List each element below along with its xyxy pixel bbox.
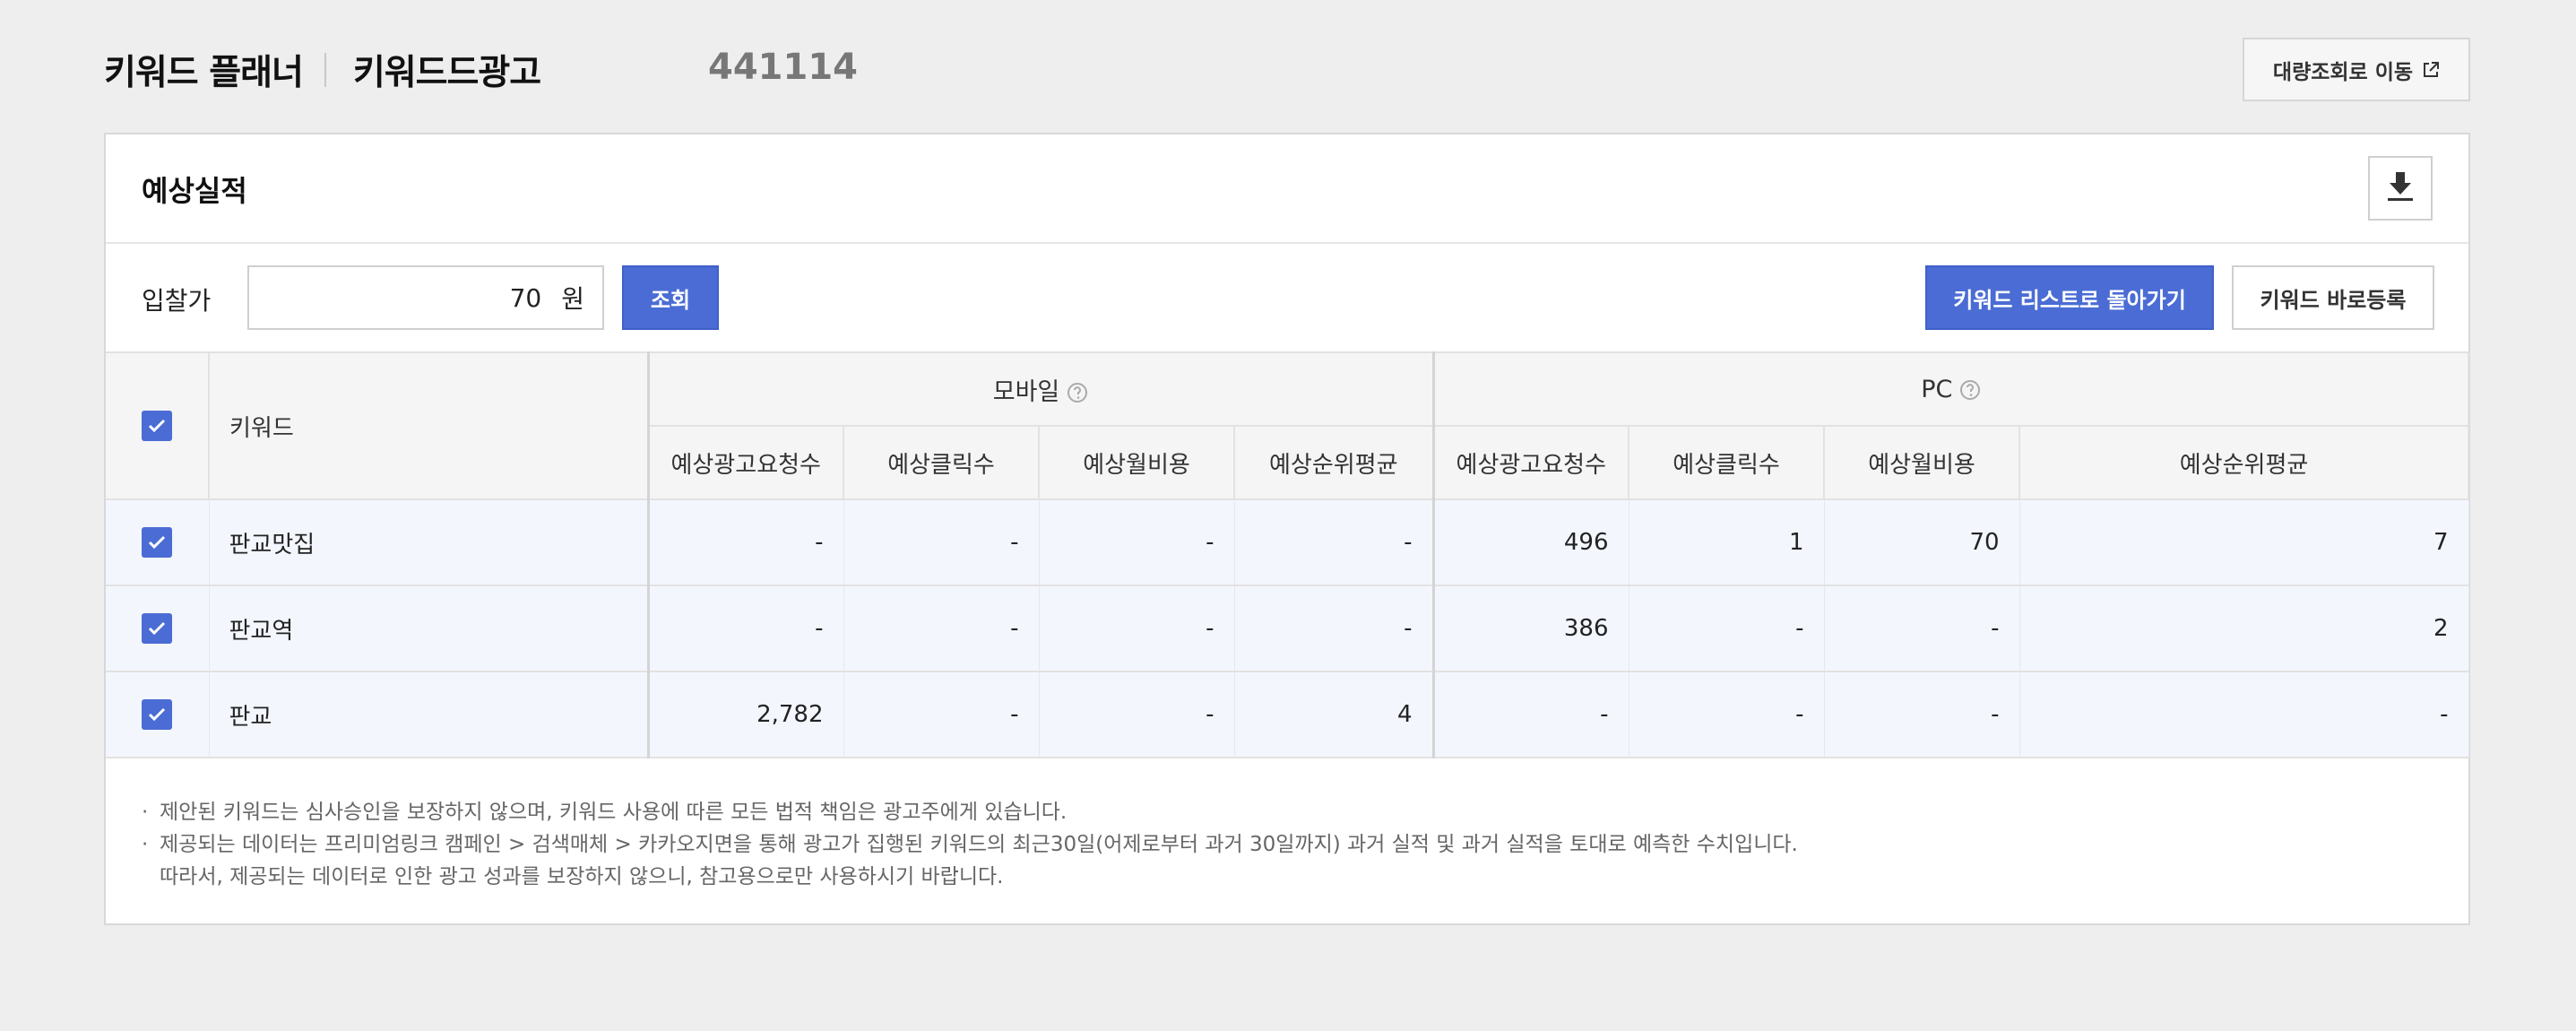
mobile-cell: - [843,671,1040,758]
mobile-cell: 4 [1234,671,1435,758]
mobile-cell: - [1234,585,1435,672]
pc-cell: - [1629,585,1825,672]
keyword-cell: 판교맛집 [209,499,650,586]
header: 키워드 플래너 키워드드광고 441114 대량조회로 이동 [104,38,2470,102]
col-header: 예상월비용 [1039,426,1235,500]
table-row: 판교역 - - - - 386 - - 2 [106,585,2469,672]
notice-list: · 제안된 키워드는 심사승인을 보장하지 않으며, 키워드 사용에 따른 모든… [142,796,1798,893]
register-keyword-button[interactable]: 키워드 바로등록 [2232,265,2434,330]
mobile-cell: - [843,585,1040,672]
mobile-cell: - [1039,499,1235,586]
notice-item: · 제안된 키워드는 심사승인을 보장하지 않으며, 키워드 사용에 따른 모든… [142,796,1798,828]
external-link-icon [2422,61,2440,79]
notice-item: · 제공되는 데이터는 프리미엄링크 캠페인 > 검색매체 > 카카오지면을 통… [142,828,1798,861]
select-all-cell [106,351,210,500]
pc-cell: 386 [1433,585,1629,672]
table-row: 판교맛집 - - - - 496 1 70 7 [106,499,2469,586]
mobile-cell: - [1039,671,1235,758]
bullet-icon: · [142,801,149,824]
bid-input[interactable]: 70 원 [247,265,604,330]
pc-cell: - [1629,671,1825,758]
pc-cell: - [1824,585,2020,672]
brand-title: 키워드 플래너 [104,53,304,93]
help-icon[interactable] [1067,382,1088,403]
pc-cell: - [1824,671,2020,758]
bid-row: 입찰가 70 원 조회 키워드 리스트로 돌아가기 키워드 바로등록 [106,244,2468,351]
help-icon[interactable] [1959,379,1981,401]
mobile-cell: - [843,499,1040,586]
mobile-group-label: 모바일 [992,377,1060,406]
bulk-search-label: 대량조회로 이동 [2272,60,2414,84]
row-checkbox-cell [106,585,210,672]
row-checkbox-cell [106,671,210,758]
brand-divider [324,53,326,87]
col-header: 예상광고요청수 [1433,426,1630,500]
pc-cell: 70 [1824,499,2020,586]
pc-cell: - [1433,671,1629,758]
row-checkbox[interactable] [142,613,173,644]
brand: 키워드 플래너 키워드드광고 [104,45,541,95]
pc-cell: 2 [2019,585,2469,672]
col-header: 예상광고요청수 [648,426,844,500]
pc-cell: 7 [2019,499,2469,586]
mobile-cell: 2,782 [648,671,844,758]
col-header: 예상순위평균 [2019,426,2470,500]
mobile-cell: - [648,585,844,672]
notice-text: 제안된 키워드는 심사승인을 보장하지 않으며, 키워드 사용에 따른 모든 법… [160,801,1068,824]
col-header: 예상클릭수 [843,426,1040,500]
mobile-cell: - [1234,499,1435,586]
mobile-cell: - [1039,585,1235,672]
keyword-header: 키워드 [209,351,650,500]
select-all-checkbox[interactable] [142,411,172,441]
bulk-search-button[interactable]: 대량조회로 이동 [2243,38,2470,101]
col-header: 예상순위평균 [1234,426,1435,500]
card-title: 예상실적 [142,174,247,208]
notice-continuation: 따라서, 제공되는 데이터로 인한 광고 성과를 보장하지 않으니, 참고용으로… [160,865,1004,888]
row-checkbox[interactable] [142,527,173,558]
col-header: 예상월비용 [1824,426,2021,500]
query-button[interactable]: 조회 [622,265,719,330]
section-title: 키워드드광고 [352,53,541,93]
back-to-keyword-list-button[interactable]: 키워드 리스트로 돌아가기 [1925,265,2214,330]
row-checkbox[interactable] [142,699,173,730]
row-checkbox-cell [106,499,210,586]
keyword-cell: 판교 [209,671,650,758]
bullet-icon: · [142,833,149,856]
bid-label: 입찰가 [142,286,212,316]
forecast-card: 예상실적 입찰가 70 원 조회 키워드 리스트로 돌아가기 키워드 바로등록 [104,133,2470,925]
keyword-cell: 판교역 [209,585,650,672]
mobile-cell: - [648,499,844,586]
forecast-table: 키워드 모바일 PC 예상광고요청수 예상클릭수 예상월비용 예상순위평균 예상… [106,351,2470,758]
bid-value: 70 [509,282,542,313]
bid-unit: 원 [561,284,584,314]
card-header: 예상실적 [106,134,2468,244]
table-row: 판교 2,782 - - 4 - - - - [106,671,2469,758]
pc-group-header: PC [1433,351,2470,427]
pc-cell: 496 [1433,499,1629,586]
download-button[interactable] [2368,156,2433,221]
page: 키워드 플래너 키워드드광고 441114 대량조회로 이동 예상실적 입찰가 … [0,0,2576,1031]
download-icon [2385,170,2416,206]
notice-text: 제공되는 데이터는 프리미엄링크 캠페인 > 검색매체 > 카카오지면을 통해 … [160,833,1798,856]
account-id: 441114 [708,47,858,88]
pc-cell: - [2019,671,2469,758]
col-header: 예상클릭수 [1629,426,1826,500]
pc-group-label: PC [1921,375,1953,403]
mobile-group-header: 모바일 [648,351,1435,427]
pc-cell: 1 [1629,499,1825,586]
